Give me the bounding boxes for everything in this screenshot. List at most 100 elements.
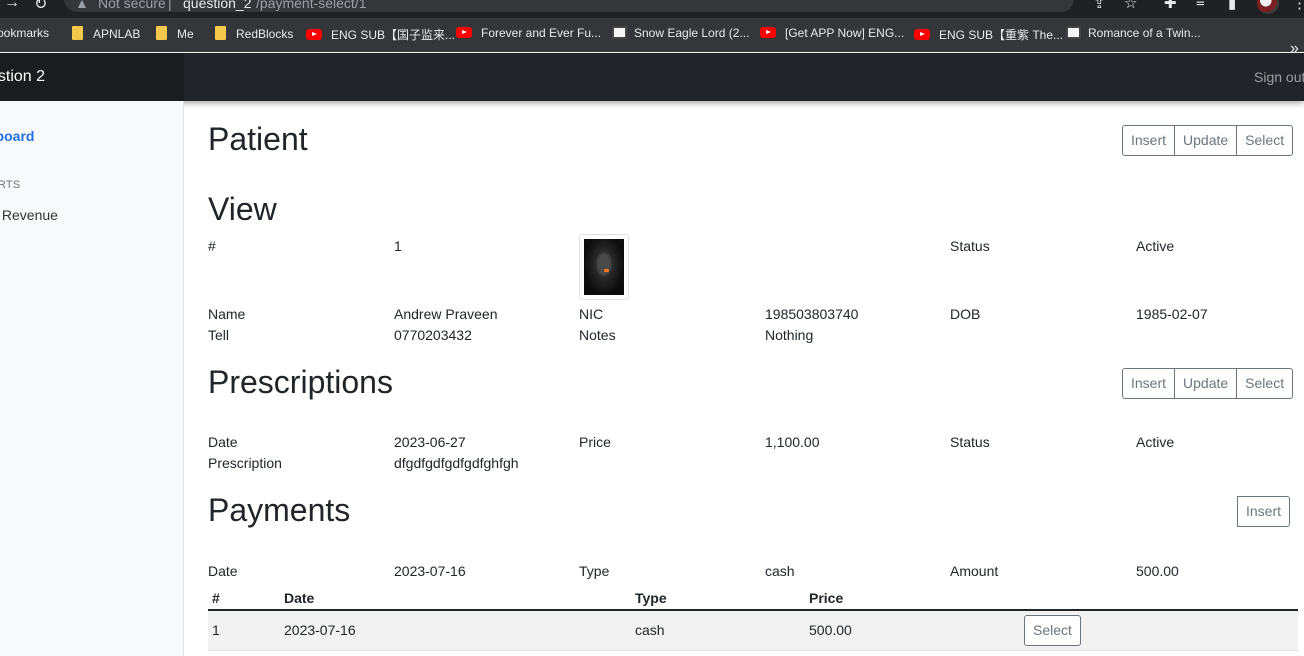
tell-value: 0770203432 bbox=[394, 327, 472, 343]
nic-value: 198503803740 bbox=[765, 306, 859, 322]
row-id: 1 bbox=[208, 610, 280, 651]
patient-select-button[interactable]: Select bbox=[1236, 125, 1294, 156]
row-price: 500.00 bbox=[805, 610, 1020, 651]
browser-toolbar: → ↻ ▲ Not secure | question_2 /payment-s… bbox=[0, 0, 1304, 18]
url-separator: | bbox=[168, 0, 172, 11]
prescriptions-update-button[interactable]: Update bbox=[1174, 368, 1238, 399]
column-header-date: Date bbox=[280, 586, 631, 611]
patient-update-button[interactable]: Update bbox=[1174, 125, 1238, 156]
payment-amount-label: Amount bbox=[950, 563, 999, 579]
payment-date-label: Date bbox=[208, 563, 238, 579]
bookmark-film-2[interactable]: Romance of a Twin... bbox=[1066, 26, 1201, 40]
column-header-action bbox=[1020, 586, 1298, 611]
folder-icon bbox=[72, 26, 83, 40]
star-icon[interactable]: ☆ bbox=[1124, 0, 1137, 12]
film-icon bbox=[1066, 26, 1081, 39]
reading-list-icon[interactable]: ≡ bbox=[1196, 0, 1205, 11]
payment-type-label: Type bbox=[579, 563, 610, 579]
row-select-button[interactable]: Select bbox=[1024, 614, 1081, 646]
name-value: Andrew Praveen bbox=[394, 306, 498, 322]
patient-photo bbox=[579, 234, 629, 300]
bookmark-apnlab[interactable]: APNLAB bbox=[72, 26, 140, 41]
youtube-icon bbox=[914, 29, 930, 40]
patient-insert-button[interactable]: Insert bbox=[1122, 125, 1176, 156]
status-value: Active bbox=[1136, 238, 1175, 254]
side-panel-icon[interactable]: ▮ bbox=[1228, 0, 1236, 12]
payments-title: Payments bbox=[208, 492, 351, 528]
bookmark-yt-1[interactable]: ENG SUB【国子监来... bbox=[306, 26, 455, 43]
bookmark-film-1[interactable]: Snow Eagle Lord (2... bbox=[612, 26, 749, 40]
payments-button-group: Insert bbox=[1237, 496, 1291, 527]
view-title: View bbox=[208, 191, 277, 227]
sidebar-item-revenue[interactable]: y Revenue bbox=[0, 207, 58, 223]
payment-type-value: cash bbox=[765, 563, 795, 579]
bookmark-yt-2[interactable]: Forever and Ever Fu... bbox=[456, 26, 601, 40]
row-type: cash bbox=[631, 610, 805, 651]
row-date: 2023-07-16 bbox=[280, 610, 631, 651]
folder-icon bbox=[156, 26, 167, 40]
sidebar: hboard ORTS y Revenue bbox=[0, 101, 184, 656]
patient-button-group: Insert Update Select bbox=[1122, 125, 1294, 156]
menu-kebab-icon[interactable]: ⋮ bbox=[1292, 0, 1304, 12]
film-icon bbox=[612, 26, 627, 39]
bookmark-all[interactable]: ookmarks bbox=[0, 26, 49, 40]
payment-date-value: 2023-07-16 bbox=[394, 563, 466, 579]
prescription-text-label: Prescription bbox=[208, 455, 282, 471]
table-row: 1 2023-07-16 cash 500.00 Select bbox=[208, 610, 1298, 651]
name-label: Name bbox=[208, 306, 246, 322]
profile-avatar[interactable] bbox=[1257, 0, 1279, 14]
column-header-id: # bbox=[208, 586, 280, 611]
prescription-status-value: Active bbox=[1136, 434, 1175, 450]
notes-label: Notes bbox=[579, 327, 616, 343]
prescription-date-label: Date bbox=[208, 434, 238, 450]
nic-label: NIC bbox=[579, 306, 604, 322]
security-label[interactable]: Not secure bbox=[98, 0, 166, 11]
table-header-row: # Date Type Price bbox=[208, 586, 1298, 611]
forward-arrow-icon[interactable]: → bbox=[4, 0, 20, 12]
column-header-type: Type bbox=[631, 586, 805, 611]
bookmark-yt-3[interactable]: [Get APP Now] ENG... bbox=[760, 26, 904, 40]
patient-title: Patient bbox=[208, 121, 308, 157]
brand[interactable]: estion 2 bbox=[0, 53, 184, 101]
share-icon[interactable]: ⇪ bbox=[1093, 0, 1106, 12]
app-navbar: estion 2 Sign out bbox=[0, 53, 1304, 101]
url-host[interactable]: question_2 bbox=[183, 0, 252, 11]
notes-value: Nothing bbox=[765, 327, 814, 343]
status-label: Status bbox=[950, 238, 990, 254]
sidebar-item-dashboard[interactable]: hboard bbox=[0, 128, 34, 144]
payments-insert-button[interactable]: Insert bbox=[1237, 496, 1291, 527]
prescriptions-button-group: Insert Update Select bbox=[1122, 368, 1294, 399]
prescription-text-value: dfgdfgdfgdfgdfghfgh bbox=[394, 455, 519, 471]
id-value: 1 bbox=[394, 238, 402, 254]
youtube-icon bbox=[760, 27, 776, 38]
tell-label: Tell bbox=[208, 327, 230, 343]
prescriptions-title: Prescriptions bbox=[208, 364, 393, 400]
row-action-cell: Select bbox=[1020, 610, 1298, 651]
sign-out-link[interactable]: Sign out bbox=[1254, 69, 1304, 85]
warning-icon[interactable]: ▲ bbox=[75, 0, 89, 11]
prescription-status-label: Status bbox=[950, 434, 990, 450]
url-path[interactable]: /payment-select/1 bbox=[256, 0, 367, 11]
bookmark-me[interactable]: Me bbox=[156, 26, 194, 41]
payment-amount-value: 500.00 bbox=[1136, 563, 1179, 579]
prescription-price-value: 1,100.00 bbox=[765, 434, 820, 450]
extensions-icon[interactable]: ✚ bbox=[1164, 0, 1177, 12]
folder-icon bbox=[215, 26, 226, 40]
bookmarks-bar: ookmarks APNLAB Me RedBlocks ENG SUB【国子监… bbox=[0, 18, 1304, 57]
column-header-price: Price bbox=[805, 586, 1020, 611]
dob-value: 1985-02-07 bbox=[1136, 306, 1208, 322]
youtube-icon bbox=[306, 29, 322, 40]
sidebar-heading-reports: ORTS bbox=[0, 179, 21, 191]
main-content: Patient Insert Update Select View # 1 St… bbox=[184, 101, 1304, 656]
prescription-price-label: Price bbox=[579, 434, 611, 450]
id-label: # bbox=[208, 238, 216, 254]
prescriptions-insert-button[interactable]: Insert bbox=[1122, 368, 1176, 399]
prescriptions-select-button[interactable]: Select bbox=[1236, 368, 1294, 399]
payments-table: # Date Type Price 1 2023-07-16 cash 500.… bbox=[208, 586, 1298, 651]
reload-icon[interactable]: ↻ bbox=[34, 0, 47, 14]
bookmark-redblocks[interactable]: RedBlocks bbox=[215, 26, 293, 41]
bookmark-yt-4[interactable]: ENG SUB【重紫 The... bbox=[914, 26, 1063, 43]
youtube-icon bbox=[456, 27, 472, 38]
dob-label: DOB bbox=[950, 306, 981, 322]
prescription-date-value: 2023-06-27 bbox=[394, 434, 466, 450]
